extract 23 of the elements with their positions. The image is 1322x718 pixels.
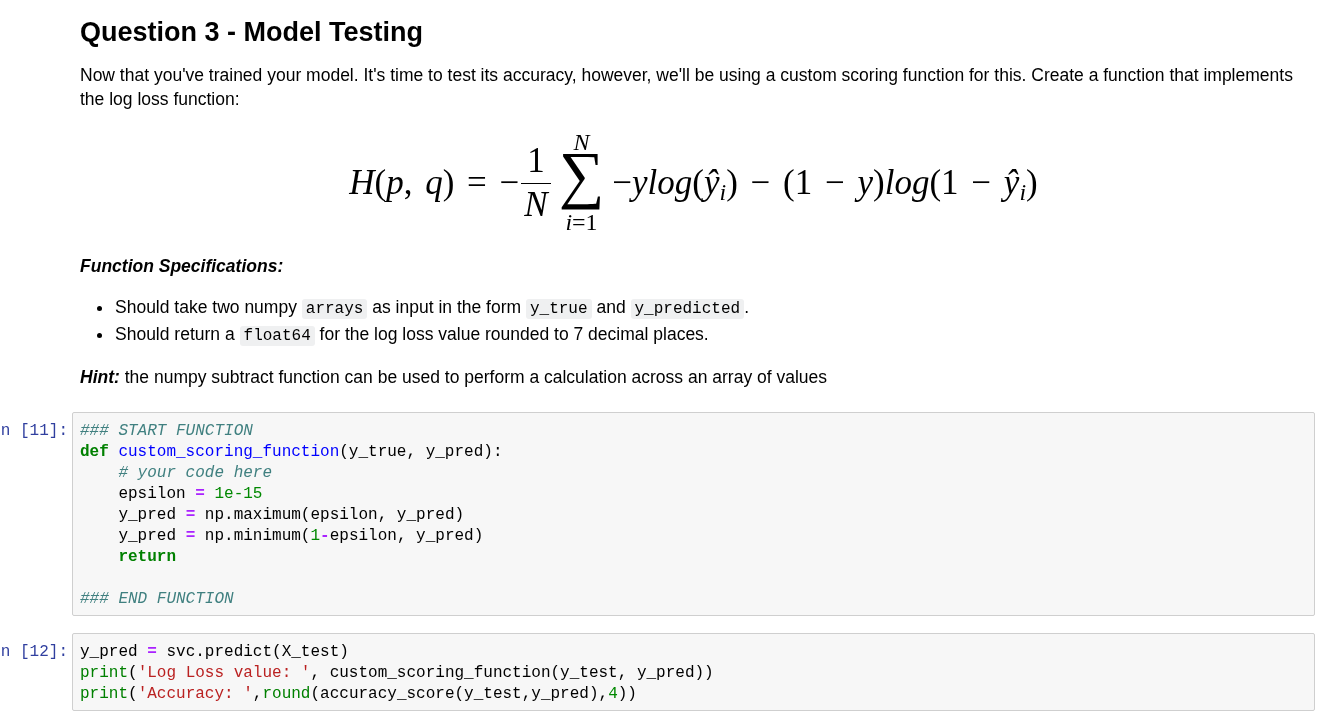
code-cell[interactable]: y_pred = svc.predict(X_test) print('Log Loss value: ', custom_scoring_function(y_test, y_pred)) print('Accuracy: ',round(accuracy_score(y_test,y_pred),4)) — [72, 633, 1315, 711]
code-line: ### START FUNCTION — [80, 421, 253, 442]
code-line: y_pred = svc.predict(X_test) — [80, 642, 349, 663]
intro-paragraph: Now that you've trained your model. It's time to test its accuracy, however, we'll be using a custom scoring function for this. Create a function that implements the log loss function: — [80, 64, 1294, 111]
list-item-text: Should take two numpy arrays as input in the form y_true and y_predicted . — [115, 296, 749, 321]
code-line: def custom_scoring_function(y_true, y_pred): — [80, 442, 503, 463]
list-item-text: Should return a float64 for the log loss value rounded to 7 decimal places. — [115, 323, 709, 348]
hint-paragraph: Hint: the numpy subtract function can be used to perform a calculation across an array of values — [80, 366, 828, 389]
code-line: # your code here — [117, 463, 273, 484]
bullet-icon — [97, 306, 102, 311]
code-line: y_pred = np.maximum(epsilon, y_pred) — [117, 505, 465, 526]
code-line: y_pred = np.minimum(1-epsilon, y_pred) — [117, 526, 484, 547]
code-line: print('Log Loss value: ', custom_scoring_function(y_test, y_pred)) — [80, 663, 714, 684]
code-line: ### END FUNCTION — [80, 589, 234, 610]
cell-prompt: n [12]: — [0, 642, 68, 663]
bullet-icon — [97, 333, 102, 338]
code-line: epsilon = 1e-15 — [117, 484, 263, 505]
code-line: return — [117, 547, 176, 568]
page-heading: Question 3 - Model Testing — [80, 16, 423, 48]
cell-prompt: n [11]: — [0, 421, 68, 442]
spec-heading: Function Specifications: — [80, 255, 284, 278]
code-line: print('Accuracy: ',round(accuracy_score(y_test,y_pred),4)) — [80, 684, 637, 705]
code-cell[interactable]: ### START FUNCTION def custom_scoring_function(y_true, y_pred): # your code here epsilon = 1e-15 y_pred = np.maximum(epsilon, y_pred) y_pred = np.minimum(1-epsilon, y_pred) return ### END FUNCTION — [72, 412, 1315, 616]
